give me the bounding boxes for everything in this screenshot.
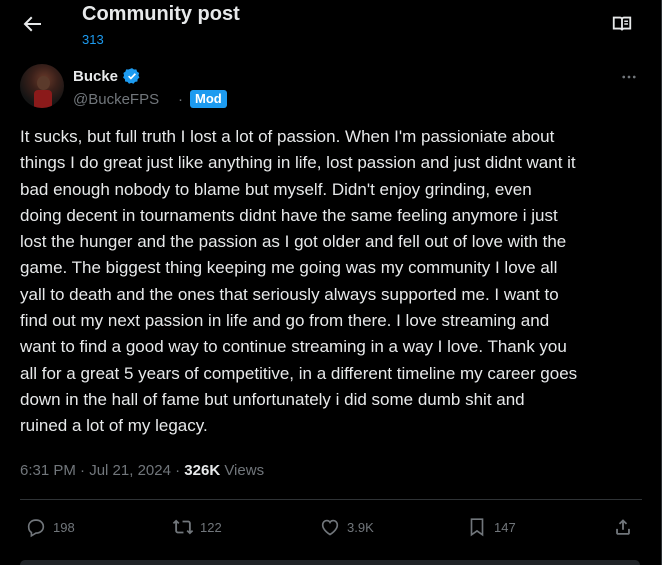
post-body: It sucks, but full truth I lost a lot of… — [20, 127, 578, 436]
action-bar: 198 122 3.9K 147 — [20, 510, 640, 544]
community-link[interactable]: 313 — [82, 32, 104, 47]
reply-composer-edge — [20, 560, 640, 565]
page-header: Community post 313 — [0, 0, 661, 54]
meta-separator: · — [75, 462, 90, 479]
share-icon — [616, 519, 630, 535]
post-date[interactable]: Jul 21, 2024 — [89, 462, 171, 479]
author-name[interactable]: Bucke — [73, 68, 118, 85]
reply-icon — [27, 519, 45, 538]
bookmark-icon — [470, 518, 484, 537]
post-meta: 6:31 PM · Jul 21, 2024 · 326K Views — [20, 462, 264, 479]
page-title: Community post — [82, 3, 240, 25]
mod-badge: Mod — [190, 90, 227, 108]
like-count: 3.9K — [347, 519, 374, 535]
repost-button[interactable]: 122 — [172, 510, 222, 544]
reply-count: 198 — [53, 519, 75, 535]
post-author: Bucke @BuckeFPS · Mod — [20, 64, 640, 114]
reader-mode-button[interactable] — [611, 13, 633, 35]
back-button[interactable] — [20, 12, 44, 36]
repost-icon — [172, 519, 194, 535]
share-button[interactable] — [612, 510, 640, 544]
verified-badge-icon — [123, 68, 140, 84]
more-horizontal-icon — [622, 75, 636, 79]
heart-icon — [321, 519, 339, 536]
author-handle[interactable]: @BuckeFPS — [73, 91, 159, 108]
avatar-shirt — [34, 90, 52, 108]
like-button[interactable]: 3.9K — [319, 510, 374, 544]
avatar-head — [37, 76, 50, 90]
more-button[interactable] — [620, 68, 638, 86]
book-open-icon — [612, 16, 632, 31]
avatar[interactable] — [20, 64, 64, 108]
arrow-left-icon — [23, 16, 41, 32]
bookmark-button[interactable]: 147 — [466, 510, 516, 544]
reply-button[interactable]: 198 — [25, 510, 75, 544]
handle-separator: · — [178, 91, 183, 108]
repost-count: 122 — [200, 519, 222, 535]
views-label: Views — [220, 462, 265, 479]
bookmark-count: 147 — [494, 519, 516, 535]
views-count: 326K — [184, 462, 221, 479]
post-time[interactable]: 6:31 PM — [20, 462, 76, 479]
divider — [20, 499, 642, 500]
meta-separator-2: · — [170, 462, 185, 479]
